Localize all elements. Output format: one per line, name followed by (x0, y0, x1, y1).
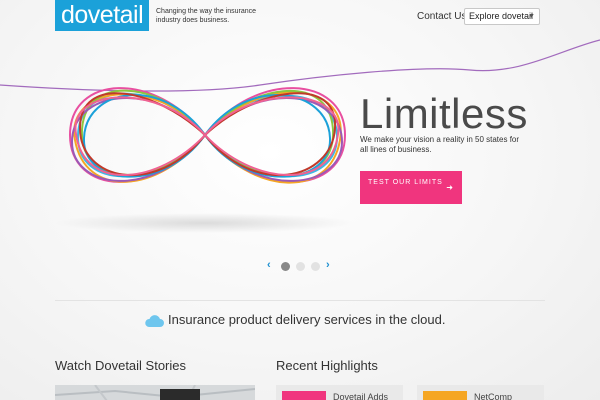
test-our-limits-button[interactable]: TEST OUR LIMITS ➜ (360, 171, 462, 204)
chevron-right-icon[interactable]: › (326, 259, 330, 271)
cloud-banner: Insurance product delivery services in t… (144, 312, 445, 328)
video-thumbnail[interactable] (55, 385, 255, 400)
arrow-right-icon: ➜ (446, 183, 454, 192)
highlight-label: Dovetail Adds (333, 392, 389, 400)
highlight-card[interactable]: Dovetail Adds (276, 385, 403, 400)
highlight-thumbnail (282, 391, 326, 400)
highlight-label: NetComp (474, 392, 513, 400)
slide-dot-2[interactable] (296, 262, 305, 271)
chevron-down-icon: ▼ (528, 13, 535, 20)
stories-heading: Watch Dovetail Stories (55, 358, 187, 373)
explore-dropdown[interactable]: Explore dovetail ▼ (464, 8, 540, 25)
tagline: Changing the way the insurance industry … (156, 8, 257, 24)
hero-button-label: TEST OUR LIMITS (368, 179, 443, 186)
highlights-heading: Recent Highlights (276, 358, 378, 373)
explore-dropdown-label: Explore dovetail (469, 11, 534, 21)
section-divider (55, 300, 545, 301)
highlight-card[interactable]: NetComp (417, 385, 544, 400)
contact-us-link[interactable]: Contact Us (417, 11, 466, 22)
slide-dot-3[interactable] (311, 262, 320, 271)
highlight-thumbnail (423, 391, 467, 400)
cloud-icon (145, 314, 164, 327)
slider-pagination: ‹ › (267, 259, 337, 272)
map-image (55, 385, 255, 400)
cloud-banner-text: Insurance product delivery services in t… (168, 312, 446, 327)
hero-subtitle: We make your vision a reality in 50 stat… (360, 135, 520, 154)
dovetail-logo[interactable]: dovetail (55, 0, 149, 31)
slide-dot-1[interactable] (281, 262, 290, 271)
chevron-left-icon[interactable]: ‹ (267, 259, 271, 271)
hero-title: Limitless (360, 90, 528, 137)
logo-text: dovetail (61, 1, 144, 29)
